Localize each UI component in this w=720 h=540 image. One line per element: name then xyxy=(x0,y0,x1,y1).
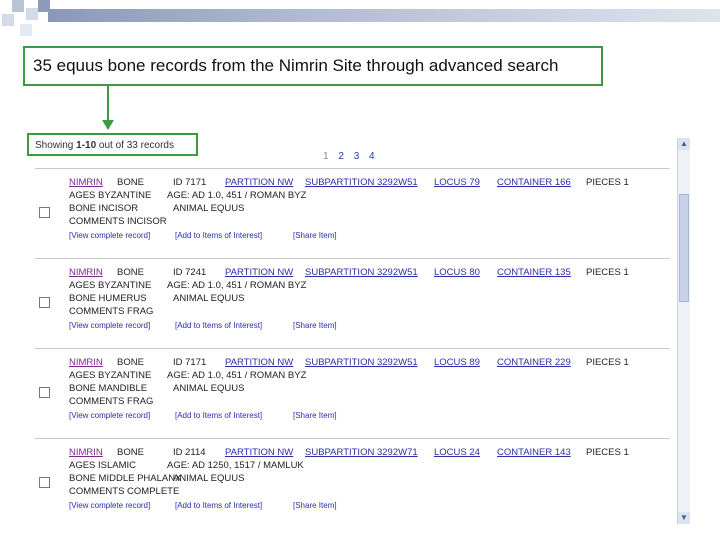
animal-value: ANIMAL EQUUS xyxy=(173,203,245,214)
pagination: 1 2 3 4 xyxy=(323,151,382,162)
pieces-value: PIECES 1 xyxy=(586,447,629,458)
bone-value: BONE MANDIBLE xyxy=(69,383,148,394)
record-id: ID 2114 xyxy=(173,447,206,458)
page-current: 1 xyxy=(323,151,329,162)
ages-value: AGES BYZANTINE xyxy=(69,190,152,201)
view-record-link[interactable]: [View complete record] xyxy=(69,411,150,420)
record-checkbox[interactable] xyxy=(39,387,50,398)
partition-link[interactable]: Partition NW xyxy=(225,267,293,278)
pieces-value: PIECES 1 xyxy=(586,177,629,188)
record-checkbox[interactable] xyxy=(39,207,50,218)
add-to-interest-link[interactable]: [Add to Items of Interest] xyxy=(175,501,262,510)
decor-square xyxy=(26,8,38,20)
record-row: Nimrin Bone ID 7171 Partition NW Subpartitio… xyxy=(35,168,670,249)
share-item-link[interactable]: [Share Item] xyxy=(293,411,337,420)
scroll-up-arrow-icon[interactable]: ▲ xyxy=(678,138,690,150)
age-range-value: AGE: AD 1.0, 451 / ROMAN BYZ xyxy=(167,190,307,201)
container-link[interactable]: Container 135 xyxy=(497,267,571,278)
site-link[interactable]: Nimrin xyxy=(69,177,103,188)
age-range-value: AGE: AD 1.0, 451 / ROMAN BYZ xyxy=(167,370,307,381)
results-count-prefix: Showing xyxy=(35,140,77,151)
record-checkbox[interactable] xyxy=(39,297,50,308)
add-to-interest-link[interactable]: [Add to Items of Interest] xyxy=(175,411,262,420)
pieces-value: PIECES 1 xyxy=(586,357,629,368)
view-record-link[interactable]: [View complete record] xyxy=(69,321,150,330)
decor-square xyxy=(12,0,24,12)
partition-link[interactable]: Partition NW xyxy=(225,357,293,368)
callout-arrow-line xyxy=(107,86,109,122)
locus-link[interactable]: Locus 89 xyxy=(434,357,480,368)
record-row: Nimrin Bone ID 2114 Partition NW Subpartitio… xyxy=(35,438,670,519)
add-to-interest-link[interactable]: [Add to Items of Interest] xyxy=(175,321,262,330)
subpartition-link[interactable]: Subpartition 3292W71 xyxy=(305,447,418,458)
bone-value: BONE INCISOR xyxy=(69,203,139,214)
results-count: Showing 1-10 out of 33 records xyxy=(27,133,198,156)
decor-square xyxy=(20,24,32,36)
site-link[interactable]: Nimrin xyxy=(69,447,103,458)
comments-value: COMMENTS FRAG xyxy=(69,306,154,317)
ages-value: AGES ISLAMIC xyxy=(69,460,137,471)
comments-value: COMMENTS FRAG xyxy=(69,396,154,407)
age-range-value: AGE: AD 1.0, 451 / ROMAN BYZ xyxy=(167,280,307,291)
ages-value: AGES BYZANTINE xyxy=(69,280,152,291)
record-type: Bone xyxy=(117,267,144,278)
comments-value: COMMENTS INCISOR xyxy=(69,216,167,227)
view-record-link[interactable]: [View complete record] xyxy=(69,501,150,510)
locus-link[interactable]: Locus 80 xyxy=(434,267,480,278)
partition-link[interactable]: Partition NW xyxy=(225,447,293,458)
results-scrollbar[interactable]: ▲ ▼ xyxy=(677,138,690,524)
container-link[interactable]: Container 166 xyxy=(497,177,571,188)
container-link[interactable]: Container 229 xyxy=(497,357,571,368)
container-link[interactable]: Container 143 xyxy=(497,447,571,458)
decor-gradient-bar xyxy=(48,9,720,22)
site-link[interactable]: Nimrin xyxy=(69,357,103,368)
share-item-link[interactable]: [Share Item] xyxy=(293,231,337,240)
subpartition-link[interactable]: Subpartition 3292W51 xyxy=(305,267,418,278)
share-item-link[interactable]: [Share Item] xyxy=(293,501,337,510)
bone-value: BONE HUMERUS xyxy=(69,293,147,304)
record-checkbox[interactable] xyxy=(39,477,50,488)
site-link[interactable]: Nimrin xyxy=(69,267,103,278)
page-link-2[interactable]: 2 xyxy=(338,151,344,162)
page-link-4[interactable]: 4 xyxy=(369,151,375,162)
scroll-down-arrow-icon[interactable]: ▼ xyxy=(678,512,690,524)
locus-link[interactable]: Locus 79 xyxy=(434,177,480,188)
record-id: ID 7171 xyxy=(173,357,207,368)
record-id: ID 7241 xyxy=(173,267,207,278)
age-range-value: AGE: AD 1250, 1517 / MAMLUK xyxy=(167,460,304,471)
record-row: Nimrin Bone ID 7171 Partition NW Subpartitio… xyxy=(35,348,670,429)
animal-value: ANIMAL EQUUS xyxy=(173,293,245,304)
record-type: Bone xyxy=(117,447,144,458)
animal-value: ANIMAL EQUUS xyxy=(173,473,245,484)
ages-value: AGES BYZANTINE xyxy=(69,370,152,381)
view-record-link[interactable]: [View complete record] xyxy=(69,231,150,240)
record-type: Bone xyxy=(117,357,144,368)
comments-value: COMMENTS COMPLETE xyxy=(69,486,180,497)
add-to-interest-link[interactable]: [Add to Items of Interest] xyxy=(175,231,262,240)
share-item-link[interactable]: [Share Item] xyxy=(293,321,337,330)
subpartition-link[interactable]: Subpartition 3292W51 xyxy=(305,177,418,188)
results-count-suffix: out of 33 records xyxy=(96,140,174,151)
bone-value: BONE MIDDLE PHALANX xyxy=(69,473,182,484)
partition-link[interactable]: Partition NW xyxy=(225,177,293,188)
animal-value: ANIMAL EQUUS xyxy=(173,383,245,394)
locus-link[interactable]: Locus 24 xyxy=(434,447,480,458)
subpartition-link[interactable]: Subpartition 3292W51 xyxy=(305,357,418,368)
decor-square xyxy=(2,14,14,26)
record-type: Bone xyxy=(117,177,144,188)
record-id: ID 7171 xyxy=(173,177,207,188)
slide-title: 35 equus bone records from the Nimrin Si… xyxy=(23,46,603,86)
callout-arrow-head xyxy=(102,120,114,130)
scroll-thumb[interactable] xyxy=(679,194,689,302)
record-row: Nimrin Bone ID 7241 Partition NW Subpartitio… xyxy=(35,258,670,339)
page-link-3[interactable]: 3 xyxy=(354,151,360,162)
results-range: 1-10 xyxy=(76,140,97,151)
pieces-value: PIECES 1 xyxy=(586,267,629,278)
